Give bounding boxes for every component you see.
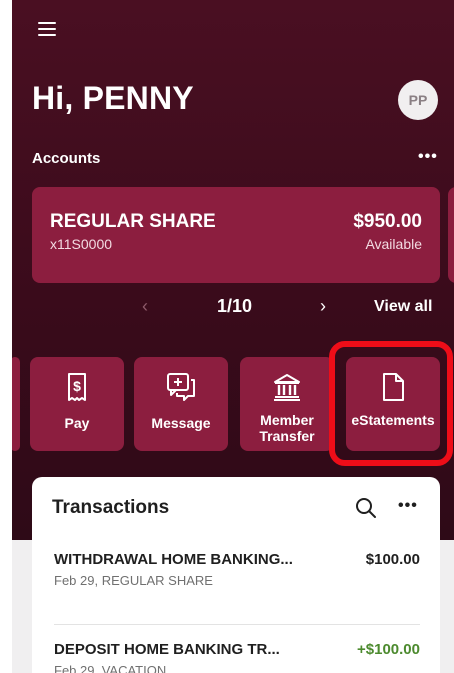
transactions-more-icon[interactable]: ••• xyxy=(398,497,418,515)
action-tile-offscreen[interactable] xyxy=(12,357,20,451)
transaction-detail: Feb 29, VACATION xyxy=(54,663,167,673)
account-number: x11S0000 xyxy=(50,236,113,252)
account-card[interactable]: REGULAR SHARE x11S0000 $950.00 Available xyxy=(32,187,440,283)
transaction-row[interactable]: DEPOSIT HOME BANKING TR... +$100.00 Feb … xyxy=(54,624,420,673)
next-account-card[interactable] xyxy=(448,187,454,283)
pager-next-icon[interactable]: › xyxy=(320,296,326,317)
hamburger-menu-icon[interactable] xyxy=(38,22,56,36)
pay-button[interactable]: $ Pay xyxy=(30,357,124,451)
pager-count: 1/10 xyxy=(217,296,253,316)
transaction-amount: $100.00 xyxy=(365,551,420,568)
transactions-title: Transactions xyxy=(52,497,170,518)
search-icon[interactable] xyxy=(354,496,378,520)
pager-prev-icon[interactable]: ‹ xyxy=(142,296,148,317)
view-all-link[interactable]: View all xyxy=(374,298,432,316)
svg-text:$: $ xyxy=(73,378,81,394)
chat-plus-icon xyxy=(167,373,195,401)
transaction-description: WITHDRAWAL HOME BANKING... xyxy=(54,551,293,568)
accounts-more-icon[interactable]: ••• xyxy=(418,148,438,166)
transaction-detail: Feb 29, REGULAR SHARE xyxy=(54,573,213,588)
account-balance: $950.00 xyxy=(353,211,422,232)
transaction-amount: +$100.00 xyxy=(357,641,420,658)
account-name: REGULAR SHARE xyxy=(50,211,216,232)
greeting-title: Hi, PENNY xyxy=(32,80,194,116)
transaction-description: DEPOSIT HOME BANKING TR... xyxy=(54,641,280,658)
avatar[interactable]: PP xyxy=(398,80,438,120)
app-screen: Hi, PENNY PP Accounts ••• REGULAR SHARE … xyxy=(12,0,454,673)
message-button[interactable]: Message xyxy=(134,357,228,451)
dashboard-header: Hi, PENNY PP Accounts ••• REGULAR SHARE … xyxy=(12,0,454,540)
pay-label: Pay xyxy=(64,415,90,431)
bank-icon xyxy=(274,374,300,401)
account-balance-label: Available xyxy=(365,236,422,252)
member-transfer-button[interactable]: Member Transfer xyxy=(240,357,334,451)
receipt-dollar-icon: $ xyxy=(68,373,86,401)
estatements-highlight xyxy=(329,341,453,466)
member-transfer-label: Member Transfer xyxy=(259,412,315,444)
transactions-panel: Transactions ••• WITHDRAWAL HOME BANKING… xyxy=(32,477,440,673)
message-label: Message xyxy=(151,415,211,431)
accounts-label: Accounts xyxy=(32,150,101,167)
